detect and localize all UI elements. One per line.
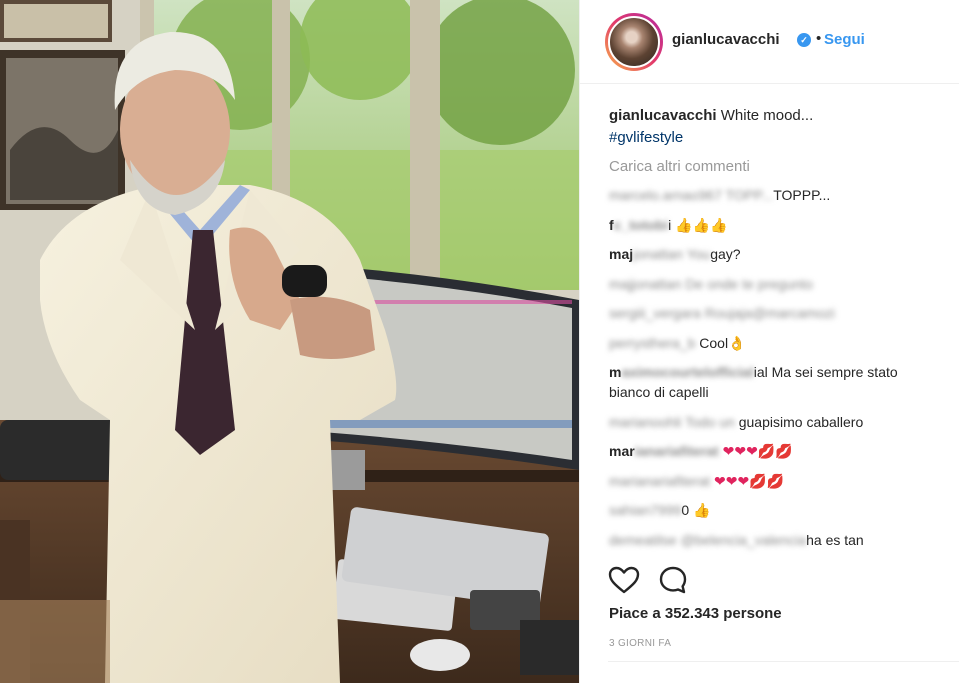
comment-blurred-text: 967 TOPP... bbox=[698, 187, 774, 203]
comment-text: gay? bbox=[710, 246, 741, 262]
comment-text: Cool👌 bbox=[699, 334, 746, 351]
caption-username[interactable]: gianlucavacchi bbox=[609, 107, 717, 124]
avatar-ring[interactable] bbox=[605, 13, 663, 71]
comment-username[interactable]: mar bbox=[609, 443, 635, 459]
comment-blurred-text: De onde te pregunto bbox=[685, 275, 813, 292]
comment-blurred-text: sahian7999 bbox=[609, 502, 682, 518]
comment-text: 0 👍 bbox=[681, 502, 711, 518]
comment-item: sahian79990 👍 bbox=[609, 500, 939, 520]
verified-badge-icon: ✓ bbox=[797, 33, 811, 47]
comment-text: ❤❤❤💋💋 bbox=[722, 443, 793, 459]
comment-blurred-text: Roujaja@marcamozi bbox=[704, 305, 835, 321]
comment-blurred-text: perrysthera_b bbox=[609, 334, 696, 351]
comment-item: marianariafiterat ❤❤❤💋💋 bbox=[609, 471, 939, 491]
comment-item: demeatilse @belencia_valenciaha es tan bbox=[609, 530, 939, 550]
comment-blurred-text: marianoohli Todo un bbox=[609, 413, 735, 430]
comment-text: i 👍👍👍 bbox=[668, 216, 728, 233]
comment-username[interactable]: maj bbox=[609, 246, 633, 262]
heart-outline-icon[interactable] bbox=[608, 565, 640, 595]
follow-button[interactable]: Segui bbox=[824, 31, 865, 48]
comment-item: fc_totobii 👍👍👍 bbox=[609, 215, 939, 235]
avatar[interactable] bbox=[608, 16, 660, 68]
comment-item: marianariafiterat ❤❤❤💋💋 bbox=[609, 441, 939, 461]
load-more-comments-button[interactable]: Carica altri commenti bbox=[609, 157, 939, 177]
comment-bubble-icon[interactable] bbox=[658, 565, 688, 595]
hashtag-link[interactable]: #gvlifestyle bbox=[609, 129, 683, 146]
comment-blurred-text: You bbox=[686, 246, 711, 262]
comment-item: majjonattan Yougay? bbox=[609, 244, 939, 264]
post-sidebar: gianlucavacchi ✓ • Segui gianlucavacchi … bbox=[579, 0, 959, 683]
post-image bbox=[0, 0, 579, 683]
comment-item: maximocourtelofficialial Ma sei sempre s… bbox=[609, 362, 939, 402]
comment-item: marianoohli Todo un guapisimo caballero bbox=[609, 412, 939, 432]
likes-count[interactable]: Piace a 352.343 persone bbox=[609, 605, 782, 622]
comment-text: TOPPP... bbox=[773, 187, 831, 203]
comment-text: ❤❤❤💋💋 bbox=[714, 472, 785, 489]
separator-dot: • bbox=[816, 30, 822, 47]
comment-username[interactable]: f bbox=[609, 217, 614, 233]
post-timestamp[interactable]: 3 GIORNI FA bbox=[609, 638, 671, 649]
comment-item: marcelo.arnao967 TOPP...TOPPP... bbox=[609, 185, 939, 205]
comment-blurred-text: demeatilse @belencia_valencia bbox=[609, 531, 807, 548]
comment-list: gianlucavacchi White mood... #gvlifestyl… bbox=[609, 105, 939, 550]
caption-text: White mood... bbox=[716, 107, 814, 124]
divider bbox=[608, 661, 959, 662]
post-header: gianlucavacchi ✓ • Segui bbox=[580, 0, 959, 84]
comment-blurred-text: aximocourtelofficial bbox=[621, 364, 754, 380]
post-caption: gianlucavacchi White mood... #gvlifestyl… bbox=[609, 105, 939, 149]
comment-item: sergiii_vergara Roujaja@marcamozi bbox=[609, 303, 939, 323]
comment-item: perrysthera_b Cool👌 bbox=[609, 333, 939, 353]
comment-text: guapisimo caballero bbox=[738, 413, 864, 430]
comment-blurred-text: marcelo.arnao bbox=[609, 187, 699, 203]
comment-blurred-text: majjonattan bbox=[609, 275, 682, 292]
comment-item: majjonattan De onde te pregunto bbox=[609, 274, 939, 294]
comment-text: ha es tan bbox=[806, 531, 864, 548]
comment-username[interactable]: m bbox=[609, 364, 621, 380]
comment-blurred-text: jonattan bbox=[633, 246, 683, 262]
comment-blurred-text: ianariafiterat bbox=[634, 443, 719, 459]
comment-blurred-text: sergiii_vergara bbox=[609, 305, 701, 321]
comment-blurred-text: c_totobi bbox=[613, 216, 669, 233]
comment-blurred-text: marianariafiterat bbox=[609, 472, 711, 489]
post-photo[interactable] bbox=[0, 0, 579, 683]
username-link[interactable]: gianlucavacchi bbox=[672, 31, 780, 48]
